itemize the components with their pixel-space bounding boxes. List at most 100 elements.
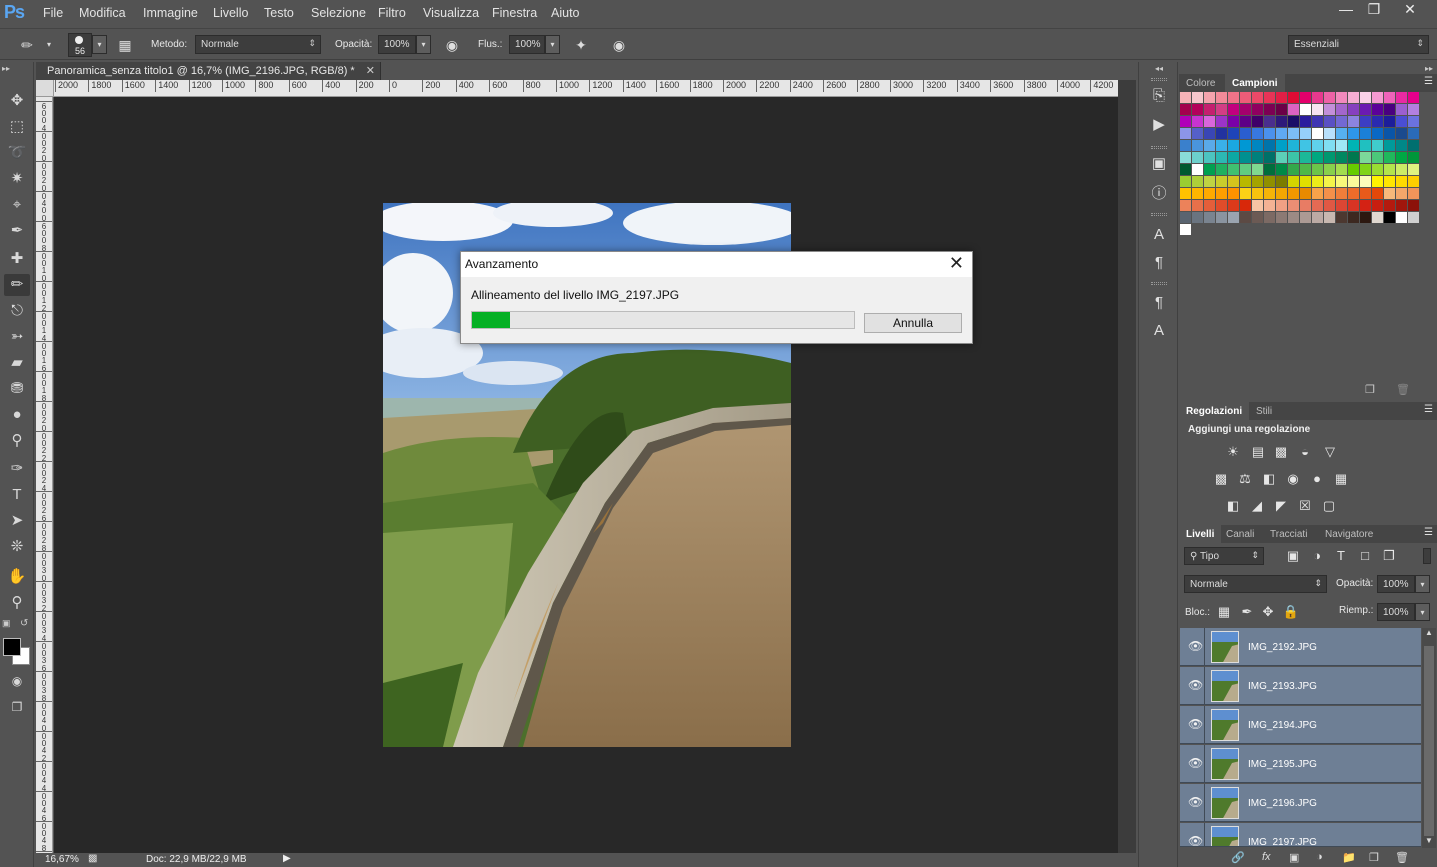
color-swatch[interactable] [1288,116,1299,127]
color-swatch[interactable] [1240,128,1251,139]
color-swatch[interactable] [1264,152,1275,163]
color-swatch[interactable] [1300,176,1311,187]
color-swatch[interactable] [1324,176,1335,187]
color-swatch[interactable] [1240,188,1251,199]
color-swatch[interactable] [1180,116,1191,127]
color-swatch[interactable] [1336,116,1347,127]
menu-visualizza[interactable]: Visualizza [423,6,479,20]
brush-tool-icon[interactable]: ✏ [4,274,30,296]
layers-scrollbar[interactable]: ▲ ▼ [1422,628,1436,848]
info-panel-icon[interactable]: ⓘ [1148,183,1170,205]
menu-filtro[interactable]: Filtro [378,6,406,20]
color-swatch[interactable] [1228,176,1239,187]
color-swatch[interactable] [1324,128,1335,139]
color-swatch[interactable] [1228,212,1239,223]
eye-visibility-icon[interactable]: 👁 [1188,678,1203,692]
color-swatch[interactable] [1180,200,1191,211]
posterize-icon[interactable]: ◢ [1248,498,1266,514]
tab-regolazioni[interactable]: Regolazioni [1179,402,1250,420]
color-swatch[interactable] [1372,212,1383,223]
color-swatch[interactable] [1192,176,1203,187]
color-swatch[interactable] [1372,188,1383,199]
color-swatch[interactable] [1204,152,1215,163]
pen-tool-icon[interactable]: ✑ [4,458,30,480]
mode-select[interactable]: Normale ⇕ [195,35,321,54]
color-swatch[interactable] [1360,116,1371,127]
color-swatch[interactable] [1336,188,1347,199]
delete-layer-icon[interactable]: 🗑 [1395,851,1409,864]
color-swatch[interactable] [1264,104,1275,115]
delete-swatch-icon[interactable]: 🗑 [1396,383,1410,396]
color-swatch[interactable] [1180,212,1191,223]
color-swatch[interactable] [1336,104,1347,115]
color-swatch[interactable] [1348,152,1359,163]
color-swatch[interactable] [1324,164,1335,175]
color-swatch[interactable] [1228,188,1239,199]
vibrance-icon[interactable]: ▽ [1321,444,1339,460]
color-swatch[interactable] [1276,176,1287,187]
color-balance-icon[interactable]: ⚖ [1236,471,1254,487]
color-swatch[interactable] [1348,140,1359,151]
character-styles-icon[interactable]: A [1148,320,1170,342]
color-swatch[interactable] [1396,164,1407,175]
color-swatch[interactable] [1408,128,1419,139]
color-swatch[interactable] [1276,212,1287,223]
brightness-contrast-icon[interactable]: ☀ [1224,444,1242,460]
color-swatch[interactable] [1348,212,1359,223]
color-swatch[interactable] [1228,140,1239,151]
color-swatch[interactable] [1336,212,1347,223]
layer-filter-select[interactable]: ⚲ Tipo ⇕ [1184,547,1264,565]
color-swatch[interactable] [1204,164,1215,175]
custom-shape-tool-icon[interactable]: ❊ [4,536,30,558]
color-swatch[interactable] [1324,200,1335,211]
color-swatch[interactable] [1276,104,1287,115]
color-swatch[interactable] [1288,128,1299,139]
color-swatch[interactable] [1204,176,1215,187]
tab-stili[interactable]: Stili [1249,402,1279,420]
tab-navigatore[interactable]: Navigatore [1318,525,1380,543]
paint-bucket-tool-icon[interactable]: ⛃ [4,378,30,400]
opacity-dropdown[interactable]: ▾ [416,35,431,54]
share-icon[interactable]: ▩ [88,853,97,864]
color-swatch[interactable] [1216,104,1227,115]
path-selection-tool-icon[interactable]: ➤ [4,510,30,532]
color-swatch[interactable] [1252,176,1263,187]
color-swatch[interactable] [1216,140,1227,151]
tab-canali[interactable]: Canali [1219,525,1261,543]
color-swatch[interactable] [1324,212,1335,223]
color-swatch[interactable] [1324,116,1335,127]
dodge-tool-icon[interactable]: ⚲ [4,430,30,452]
color-swatch[interactable] [1336,152,1347,163]
color-swatch[interactable] [1216,128,1227,139]
color-swatch[interactable] [1396,188,1407,199]
color-swatch[interactable] [1372,200,1383,211]
color-swatch[interactable] [1312,164,1323,175]
new-adjustment-layer-icon[interactable]: ◑ [1316,851,1323,863]
new-swatch-icon[interactable]: ❐ [1365,383,1375,396]
color-swatch[interactable] [1180,224,1191,235]
eye-visibility-icon[interactable]: 👁 [1188,639,1203,653]
color-swatch[interactable] [1348,200,1359,211]
fill-dropdown[interactable]: ▾ [1415,603,1430,621]
panel-menu-icon[interactable]: ☰ [1424,527,1433,538]
color-swatch[interactable] [1324,104,1335,115]
filter-adjustment-icon[interactable]: ◑ [1308,548,1326,564]
type-tool-icon[interactable]: T [4,484,30,506]
color-swatch[interactable] [1252,116,1263,127]
color-swatch[interactable] [1240,176,1251,187]
window-close-icon[interactable]: ✕ [1396,0,1424,18]
opacity-input[interactable]: 100% [378,35,416,54]
filter-shape-icon[interactable]: □ [1356,548,1374,564]
color-swatch[interactable] [1360,140,1371,151]
color-swatch[interactable] [1360,104,1371,115]
layer-row[interactable]: 👁 IMG_2193.JPG [1180,667,1421,705]
color-swatch[interactable] [1216,92,1227,103]
brush-size-dropdown[interactable]: ▾ [92,35,107,54]
flow-dropdown[interactable]: ▾ [545,35,560,54]
color-swatch[interactable] [1276,140,1287,151]
blur-tool-icon[interactable]: ● [4,404,30,426]
airbrush-icon[interactable]: ✦ [572,37,590,53]
eye-visibility-icon[interactable]: 👁 [1188,795,1203,809]
lock-position-icon[interactable]: ✥ [1259,604,1277,620]
color-swatch[interactable] [1384,176,1395,187]
